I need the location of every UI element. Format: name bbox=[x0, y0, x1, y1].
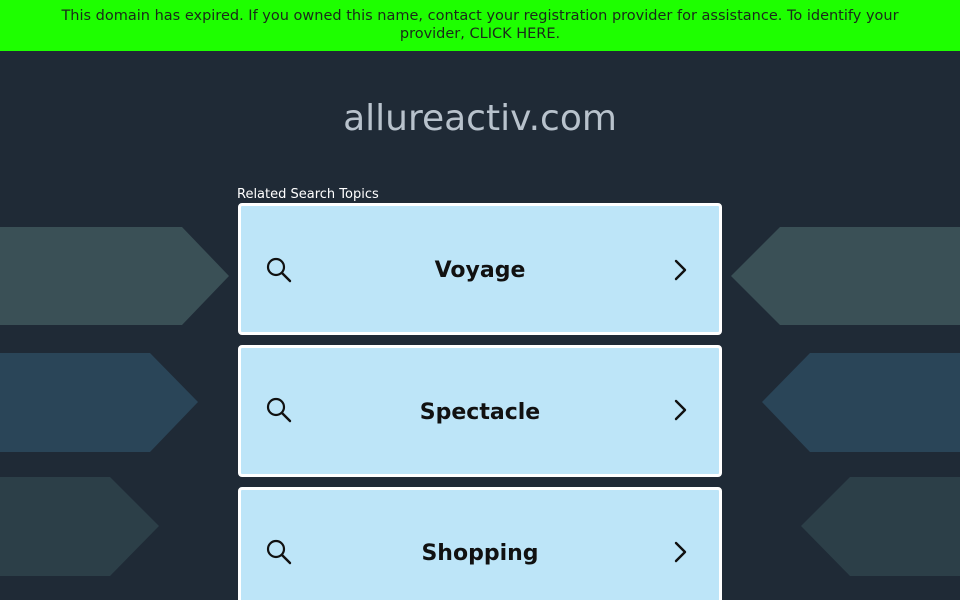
left-arrow-shape-3 bbox=[0, 477, 159, 576]
right-arrow-shape-3 bbox=[801, 477, 960, 576]
topic-label: Shopping bbox=[421, 541, 539, 566]
chevron-right-icon bbox=[674, 259, 687, 281]
topic-spectacle[interactable]: Spectacle bbox=[238, 345, 722, 477]
chevron-right-icon bbox=[674, 541, 687, 563]
right-arrow-shape-1 bbox=[731, 227, 960, 325]
domain-name-title: allureactiv.com bbox=[343, 98, 617, 139]
parked-domain-page: This domain has expired. If you owned th… bbox=[0, 0, 960, 600]
topic-label: Voyage bbox=[434, 258, 526, 283]
right-arrow-shape-2 bbox=[762, 353, 960, 452]
chevron-right-icon bbox=[674, 399, 687, 421]
topic-label: Spectacle bbox=[419, 400, 541, 425]
topic-voyage[interactable]: Voyage bbox=[238, 203, 722, 335]
related-search-topics-label: Related Search Topics bbox=[237, 187, 379, 202]
left-arrow-shape-1 bbox=[0, 227, 229, 325]
topic-shopping[interactable]: Shopping bbox=[238, 487, 722, 600]
left-arrow-shape-2 bbox=[0, 353, 198, 452]
